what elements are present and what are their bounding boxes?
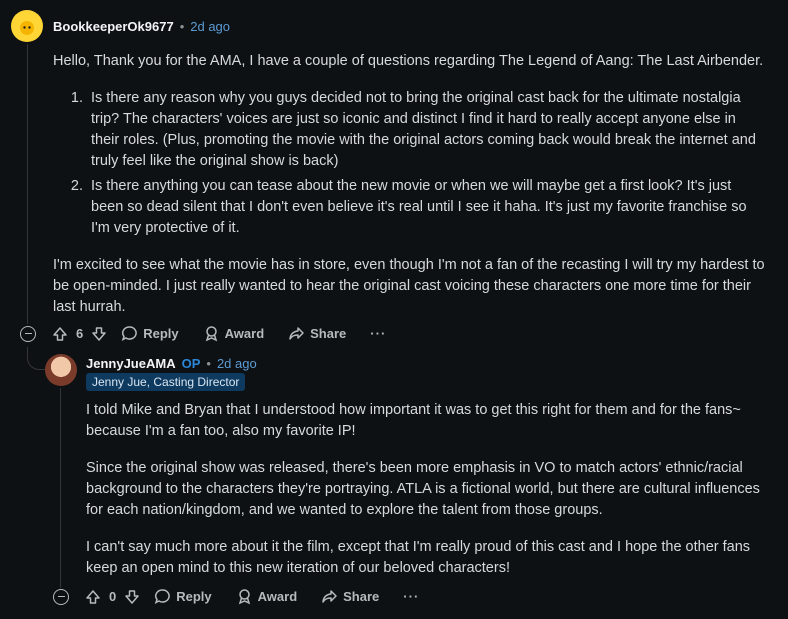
reply-thread-line[interactable] (60, 388, 61, 588)
list-item: 1. Is there any reason why you guys deci… (70, 90, 756, 169)
thread-line[interactable] (27, 44, 28, 324)
downvote-icon[interactable] (124, 589, 140, 605)
collapse-button[interactable] (53, 588, 69, 605)
vote-group: 0 (85, 589, 140, 605)
comment-icon (154, 589, 171, 604)
upvote-icon[interactable] (85, 589, 101, 605)
vote-group: 6 (52, 326, 107, 342)
user-flair: Jenny Jue, Casting Director (86, 373, 246, 391)
avatar[interactable] (45, 354, 77, 386)
timestamp[interactable]: 2d ago (217, 356, 257, 371)
vote-count: 0 (109, 589, 117, 604)
share-button[interactable]: Share (288, 325, 346, 342)
reply-paragraph: Since the original show was released, th… (86, 460, 760, 518)
upvote-icon[interactable] (52, 326, 68, 342)
list-item: 2. Is there anything you can tease about… (70, 178, 747, 236)
comment-body: Hello, Thank you for the AMA, I have a c… (53, 51, 765, 318)
reply-body: I told Mike and Bryan that I understood … (86, 400, 768, 579)
comment-outro: I'm excited to see what the movie has in… (53, 257, 765, 315)
more-icon: ··· (403, 589, 420, 604)
timestamp[interactable]: 2d ago (190, 19, 230, 34)
reply-button[interactable]: Reply (154, 588, 212, 605)
snoo-icon (20, 21, 34, 35)
vote-count: 6 (76, 326, 84, 341)
comment-intro: Hello, Thank you for the AMA, I have a c… (53, 53, 764, 69)
comment-icon (121, 326, 138, 341)
collapse-button[interactable] (20, 325, 36, 342)
award-icon (238, 589, 250, 605)
award-button[interactable]: Award (236, 588, 297, 605)
avatar[interactable] (11, 10, 43, 42)
username[interactable]: JennyJueAMA (86, 356, 176, 371)
downvote-icon[interactable] (91, 326, 107, 342)
thread-branch (27, 347, 46, 370)
comment-header: BookkeeperOk9677 • 2d ago (11, 10, 230, 42)
more-options-button[interactable]: ··· (370, 326, 386, 341)
more-icon: ··· (370, 326, 387, 341)
share-icon (289, 327, 304, 340)
separator-dot: • (206, 355, 211, 371)
reply-paragraph: I can't say much more about it the film,… (86, 539, 751, 576)
reply-action-bar: 0 Reply Award Share ··· (53, 588, 443, 605)
more-options-button[interactable]: ··· (403, 589, 419, 604)
op-badge: OP (181, 355, 201, 371)
reply-button[interactable]: Reply (121, 325, 179, 342)
comment-action-bar: 6 Reply Award Share ··· (20, 325, 410, 342)
username[interactable]: BookkeeperOk9677 (53, 19, 174, 34)
question-list: 1. Is there any reason why you guys deci… (63, 88, 765, 239)
separator-dot: • (179, 18, 185, 34)
share-button[interactable]: Share (321, 588, 379, 605)
award-button[interactable]: Award (203, 325, 264, 342)
share-icon (322, 590, 337, 603)
award-icon (205, 326, 217, 342)
reply-paragraph: I told Mike and Bryan that I understood … (86, 402, 741, 439)
